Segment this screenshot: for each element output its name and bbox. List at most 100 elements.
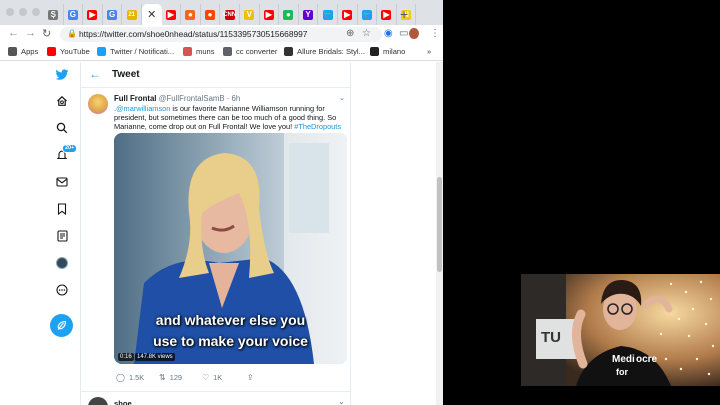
profile-avatar[interactable] — [409, 28, 419, 39]
bookmark-item[interactable]: Apps — [8, 47, 38, 56]
browser-tab[interactable]: G — [64, 4, 84, 25]
tweet-video[interactable]: and whatever else you use to make your v… — [114, 133, 347, 364]
milano-icon — [370, 47, 379, 56]
number-21-icon: 21 — [126, 9, 137, 20]
browser-tab[interactable]: V — [240, 4, 260, 25]
notification-count-badge: 20+ — [62, 144, 78, 153]
browser-tab[interactable]: CNN — [220, 4, 240, 25]
address-bar[interactable]: 🔒 https://twitter.com/shoe0nhead/status/… — [60, 27, 382, 42]
browser-tab[interactable]: ● — [201, 4, 221, 25]
browser-tab[interactable]: 🐦 — [358, 4, 378, 25]
bookmark-item[interactable]: cc converter — [223, 47, 277, 56]
author-avatar[interactable] — [88, 94, 108, 114]
bookmarks-overflow-button[interactable]: » — [427, 47, 431, 56]
browser-tab[interactable]: ▶ — [83, 4, 103, 25]
page-title: Tweet — [112, 69, 140, 80]
poster-text: TU — [541, 329, 561, 346]
browser-tab[interactable]: ▶ — [338, 4, 358, 25]
zoom-icon[interactable]: ⊕ — [346, 28, 354, 39]
allure-a-icon — [284, 47, 293, 56]
tweet-author: Full Frontal @FullFrontalSamB · 6h — [114, 94, 240, 103]
bookmarks-icon[interactable] — [53, 200, 71, 218]
reply-button[interactable]: ◯ 1.5K — [116, 373, 144, 382]
bookmark-star-icon[interactable]: ☆ — [362, 28, 371, 39]
minimize-window-button[interactable] — [19, 8, 27, 16]
bookmark-label: cc converter — [236, 47, 278, 56]
reload-button[interactable]: ↻ — [42, 27, 51, 40]
browser-tab[interactable]: ▶ — [377, 4, 397, 25]
bookmark-label: milano — [383, 47, 406, 56]
mention-link[interactable]: .@marwilliamson — [114, 104, 170, 113]
shirt-text-line-2: ocre — [636, 354, 658, 365]
profile-avatar-icon[interactable] — [53, 254, 71, 272]
lists-icon[interactable] — [53, 227, 71, 245]
reply-icon: ◯ — [116, 373, 125, 382]
feather-icon — [57, 320, 67, 330]
youtube-icon: ▶ — [381, 9, 392, 20]
reply-author-name[interactable]: shoe — [114, 399, 132, 405]
like-count: 1K — [213, 373, 223, 382]
tweet-timestamp[interactable]: · 6h — [227, 94, 240, 103]
video-duration: 0:16 — [118, 353, 134, 361]
retweet-button[interactable]: ⇅ 129 — [159, 373, 182, 382]
maximize-window-button[interactable] — [32, 8, 40, 16]
twitter-icon: 🐦 — [322, 9, 333, 20]
hashtag-link[interactable]: #TheDropouts — [294, 122, 341, 131]
share-button[interactable]: ⇪ — [247, 373, 258, 382]
close-window-button[interactable] — [6, 8, 14, 16]
tab-strip: Ș G ▶ G 21 ✕ ▶ ● ● CNN V ▶ ● Y 🐦 ▶ 🐦 ▶ N + — [0, 0, 443, 25]
messages-envelope-icon[interactable] — [53, 173, 71, 191]
new-tab-button[interactable]: + — [400, 6, 408, 22]
bookmark-label: Allure Bridals: Styl... — [297, 47, 365, 56]
browser-window: Ș G ▶ G 21 ✕ ▶ ● ● CNN V ▶ ● Y 🐦 ▶ 🐦 ▶ N + ← → ↻ 🔒 https:/… — [0, 0, 443, 405]
notifications-bell-icon[interactable]: 20+ — [53, 144, 78, 164]
browser-tab[interactable]: ▶ — [162, 4, 182, 25]
url-text: https://twitter.com/shoe0nhead/status/11… — [79, 29, 308, 39]
browser-tab[interactable]: ✕ — [141, 4, 162, 25]
close-icon: ✕ — [147, 9, 157, 21]
author-name[interactable]: Full Frontal — [114, 94, 156, 103]
twitter-bird-icon[interactable] — [53, 66, 71, 84]
chevron-down-icon[interactable]: ⌄ — [338, 397, 345, 405]
browser-tab[interactable]: 🐦 — [318, 4, 338, 25]
browser-tab[interactable]: ● — [279, 4, 299, 25]
browser-tab[interactable]: ● — [181, 4, 201, 25]
more-options-icon[interactable] — [53, 281, 71, 299]
tab-list: Ș G ▶ G 21 ✕ ▶ ● ● CNN V ▶ ● Y 🐦 ▶ 🐦 ▶ N — [44, 4, 417, 25]
bookmark-item[interactable]: muns — [183, 47, 215, 56]
bookmark-item[interactable]: YouTube — [47, 47, 90, 56]
back-arrow-icon[interactable]: ← — [89, 67, 101, 81]
youtube-icon — [47, 47, 56, 56]
next-reply[interactable]: shoe ⌄ — [81, 391, 351, 405]
converter-icon — [223, 47, 232, 56]
scrollbar-thumb[interactable] — [437, 177, 442, 272]
author-handle[interactable]: @FullFrontalSamB — [159, 94, 225, 103]
page-scrollbar[interactable] — [436, 62, 443, 405]
tab-search-icon[interactable]: ▭ — [399, 28, 408, 39]
column-header: ← Tweet — [81, 62, 351, 88]
back-button[interactable]: ← — [8, 27, 19, 39]
reddit-icon: ● — [205, 9, 216, 20]
browser-tab[interactable]: Y — [299, 4, 319, 25]
browser-tab[interactable]: Ș — [44, 4, 64, 25]
browser-tab[interactable]: G — [103, 4, 123, 25]
bookmark-item[interactable]: milano — [370, 47, 405, 56]
tweet-caret-icon[interactable]: ⌄ — [339, 94, 345, 102]
reply-avatar[interactable] — [88, 397, 108, 405]
forward-button[interactable]: → — [25, 27, 36, 39]
like-button[interactable]: ♡ 1K — [202, 373, 222, 382]
home-icon[interactable] — [53, 92, 71, 110]
browser-menu-icon[interactable]: ⋮ — [430, 28, 440, 39]
bookmark-item[interactable]: Twitter / Notificati... — [97, 47, 174, 56]
compose-tweet-button[interactable] — [50, 314, 73, 337]
browser-tab[interactable]: 21 — [122, 4, 142, 25]
retweet-icon: ⇅ — [159, 373, 166, 382]
bookmark-label: Apps — [21, 47, 39, 56]
extension-icon[interactable]: ◉ — [384, 28, 393, 39]
bookmark-item[interactable]: Allure Bridals: Styl... — [284, 47, 365, 56]
share-icon: ⇪ — [247, 373, 254, 382]
youtube-icon: ▶ — [263, 9, 274, 20]
explore-search-icon[interactable] — [53, 119, 71, 137]
youtube-icon: ▶ — [87, 9, 98, 20]
browser-tab[interactable]: ▶ — [260, 4, 280, 25]
